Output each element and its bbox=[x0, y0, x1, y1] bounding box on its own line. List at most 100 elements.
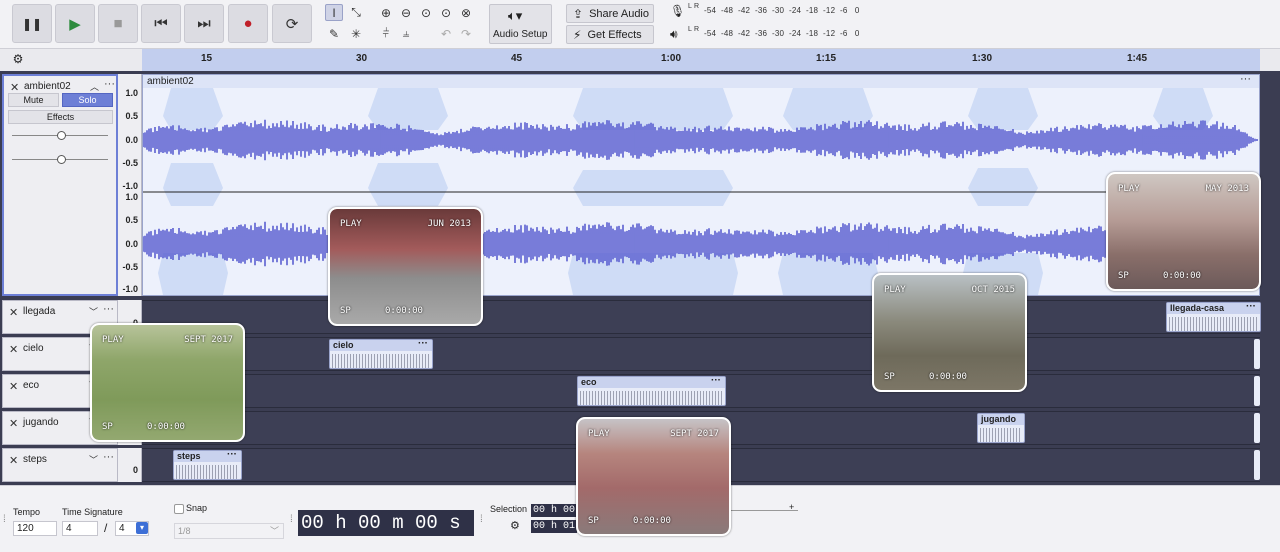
play-icon: ▶ bbox=[69, 15, 81, 33]
audio-clip-ambient02[interactable]: ambient02 ··· bbox=[142, 73, 1260, 296]
draw-tool[interactable]: ✎ bbox=[325, 25, 343, 42]
fit-project-button[interactable]: ⊙ bbox=[437, 4, 455, 21]
skip-start-button[interactable]: ⏮ bbox=[141, 4, 181, 43]
clip-edge[interactable] bbox=[1254, 450, 1260, 480]
effects-button[interactable]: Effects bbox=[8, 110, 113, 124]
clip-menu-icon[interactable]: ··· bbox=[418, 340, 428, 349]
track-menu-icon[interactable]: ··· bbox=[103, 303, 114, 315]
record-meter[interactable]: -54 -48 -42 -36 -30 -24 -18 -12 -6 0 bbox=[704, 6, 860, 15]
clip-cielo[interactable]: cielo ··· bbox=[329, 339, 433, 369]
trim-button[interactable]: ⫩ bbox=[377, 25, 395, 42]
envelope-icon: ⤡ bbox=[351, 5, 361, 19]
pan-slider-handle[interactable] bbox=[57, 155, 66, 164]
scale-label: -1.0 bbox=[122, 284, 138, 294]
zoom-in-button[interactable]: ⊕ bbox=[377, 4, 395, 21]
silence-icon: ⫨ bbox=[402, 26, 410, 40]
audio-setup-button[interactable]: 🔈︎▾ Audio Setup bbox=[489, 4, 552, 44]
time-sig-numerator-input[interactable]: 4 bbox=[62, 521, 98, 536]
playback-meter[interactable]: -54 -48 -42 -36 -30 -24 -18 -12 -6 0 bbox=[704, 29, 860, 38]
close-track-icon[interactable]: ✕ bbox=[9, 343, 18, 356]
ruler-label: 15 bbox=[201, 53, 213, 64]
clip-menu-icon[interactable]: ··· bbox=[227, 451, 237, 460]
zoom-toggle-button[interactable]: ⊗ bbox=[457, 4, 475, 21]
clip-menu-icon[interactable]: ··· bbox=[1246, 303, 1256, 312]
photo-card: PLAY SEPT 2017 SP 0:00:00 bbox=[576, 417, 731, 536]
timeline-settings-icon[interactable]: ⚙︎ bbox=[9, 52, 27, 68]
track-menu-icon[interactable]: ··· bbox=[103, 451, 114, 463]
gain-slider-handle[interactable] bbox=[57, 131, 66, 140]
snap-select[interactable]: 1/8 ﹀ bbox=[174, 523, 284, 539]
clip-llegada-casa[interactable]: llegada-casa ··· bbox=[1166, 302, 1261, 332]
selection-tool[interactable]: I bbox=[325, 4, 343, 21]
tempo-input[interactable]: 120 bbox=[13, 521, 57, 536]
plus-icon: + bbox=[789, 502, 795, 512]
selection-settings-icon[interactable]: ⚙︎ bbox=[510, 519, 520, 532]
audio-setup-label: Audio Setup bbox=[493, 29, 548, 40]
track-name[interactable]: cielo bbox=[23, 343, 44, 354]
get-effects-button[interactable]: ⚡︎ Get Effects bbox=[566, 25, 654, 44]
chevron-down-icon[interactable]: ﹀ bbox=[89, 305, 98, 318]
track-lane-llegada[interactable] bbox=[142, 300, 1260, 334]
undo-button[interactable]: ↶ bbox=[437, 25, 455, 42]
play-button[interactable]: ▶ bbox=[55, 4, 95, 43]
clip-waveform bbox=[580, 391, 723, 405]
time-sig-separator: / bbox=[104, 521, 108, 535]
clip-menu-icon[interactable]: ··· bbox=[1240, 73, 1251, 85]
close-track-icon[interactable]: ✕ bbox=[9, 380, 18, 393]
track-name[interactable]: ambient02 bbox=[24, 81, 71, 92]
microphone-icon[interactable]: 🎙︎ bbox=[670, 4, 685, 18]
scale-label: 1.0 bbox=[125, 192, 138, 202]
clip-jugando[interactable]: jugando bbox=[977, 413, 1025, 443]
close-track-icon[interactable]: ✕ bbox=[9, 417, 18, 430]
pause-icon: ❚❚ bbox=[21, 16, 43, 31]
silence-button[interactable]: ⫨ bbox=[397, 25, 415, 42]
ruler-selection-band bbox=[142, 49, 1260, 71]
clip-edge[interactable] bbox=[1254, 339, 1260, 369]
snap-checkbox[interactable] bbox=[174, 504, 184, 514]
scale-label: 1.0 bbox=[125, 88, 138, 98]
redo-button[interactable]: ↷ bbox=[457, 25, 475, 42]
playback-speaker-icon[interactable]: 🔊︎ bbox=[670, 27, 678, 42]
track-name[interactable]: jugando bbox=[23, 417, 59, 428]
clip-menu-icon[interactable]: ··· bbox=[711, 377, 721, 386]
track-scale: 0 bbox=[118, 448, 142, 482]
record-icon: ● bbox=[243, 15, 253, 32]
chevron-down-icon[interactable]: ﹀ bbox=[89, 453, 98, 466]
zoom-out-button[interactable]: ⊖ bbox=[397, 4, 415, 21]
snap-value: 1/8 bbox=[178, 526, 191, 536]
track-name[interactable]: llegada bbox=[23, 306, 55, 317]
pause-button[interactable]: ❚❚ bbox=[12, 4, 52, 43]
chevron-up-icon[interactable]: ︿ bbox=[90, 80, 99, 93]
photo-sp-label: SP bbox=[884, 372, 895, 382]
fit-selection-button[interactable]: ⊙ bbox=[417, 4, 435, 21]
clip-waveform bbox=[176, 465, 239, 479]
clip-eco[interactable]: eco ··· bbox=[577, 376, 726, 406]
track-name[interactable]: steps bbox=[23, 454, 47, 465]
stop-button[interactable]: ■ bbox=[98, 4, 138, 43]
clip-steps[interactable]: steps ··· bbox=[173, 450, 242, 480]
loop-button[interactable]: ⟳ bbox=[272, 4, 312, 43]
clip-edge[interactable] bbox=[1254, 413, 1260, 443]
close-track-icon[interactable]: ✕ bbox=[9, 454, 18, 467]
selection-end-field[interactable]: 00 h 01 bbox=[531, 520, 577, 533]
mute-button[interactable]: Mute bbox=[8, 93, 59, 107]
clip-header[interactable]: ambient02 ··· bbox=[143, 73, 1259, 88]
clip-edge[interactable] bbox=[1254, 376, 1260, 406]
track-lane-cielo[interactable] bbox=[142, 337, 1260, 371]
chevron-down-icon[interactable]: ▾ bbox=[136, 522, 148, 534]
time-display[interactable]: 00 h 00 m 00 s bbox=[298, 510, 474, 536]
track-menu-icon[interactable]: ··· bbox=[104, 78, 115, 90]
skip-end-button[interactable]: ⏭ bbox=[184, 4, 224, 43]
solo-button[interactable]: Solo bbox=[62, 93, 113, 107]
close-track-icon[interactable]: ✕ bbox=[9, 306, 18, 319]
multi-tool[interactable]: ✳ bbox=[347, 25, 365, 42]
envelope-tool[interactable]: ⤡ bbox=[347, 4, 365, 21]
selection-start-field[interactable]: 00 h 00 bbox=[531, 504, 577, 517]
grip-icon: ⁞ bbox=[290, 514, 293, 525]
zoom-out-icon: ⊖ bbox=[400, 5, 412, 20]
share-audio-button[interactable]: ⇪ Share Audio bbox=[566, 4, 654, 23]
playback-speed-slider[interactable] bbox=[730, 510, 798, 511]
tempo-value: 120 bbox=[17, 523, 34, 534]
record-button[interactable]: ● bbox=[228, 4, 268, 43]
track-name[interactable]: eco bbox=[23, 380, 39, 391]
